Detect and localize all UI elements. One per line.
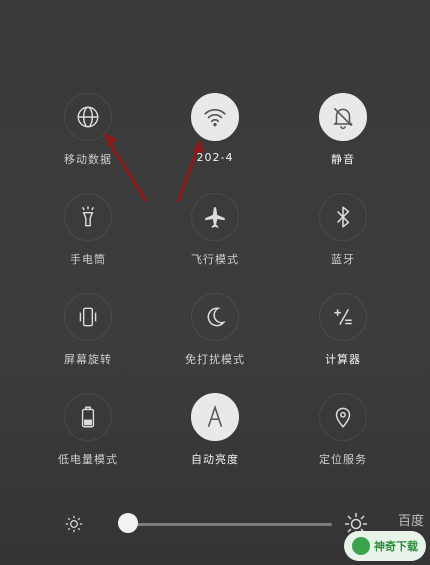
wifi-icon	[191, 93, 239, 141]
tile-calculator[interactable]: 计算器	[283, 293, 403, 393]
tile-label: 静音	[331, 153, 355, 166]
battery-icon	[64, 393, 112, 441]
annotation-arrow-left	[103, 133, 147, 202]
brightness-thumb[interactable]	[118, 513, 139, 533]
bell-muted-icon	[319, 93, 367, 141]
tile-label: 屏幕旋转	[64, 353, 112, 366]
tile-label: 手电筒	[70, 253, 106, 266]
tile-silent[interactable]: 静音	[283, 93, 403, 193]
tile-bluetooth[interactable]: 蓝牙	[283, 193, 403, 293]
moon-icon	[191, 293, 239, 341]
rotate-icon	[64, 293, 112, 341]
download-site-badge: 神奇下载	[344, 531, 426, 561]
tile-location[interactable]: 定位服务	[283, 393, 403, 493]
badge-text: 神奇下载	[374, 540, 418, 553]
tile-label: 蓝牙	[331, 253, 355, 266]
location-icon	[319, 393, 367, 441]
baidu-watermark-text: 百度	[397, 514, 424, 529]
sun-small-icon	[65, 515, 83, 533]
tile-label: 飞行模式	[191, 253, 239, 266]
bluetooth-icon	[319, 193, 367, 241]
tile-label: 免打扰模式	[185, 353, 245, 366]
tile-screen-rotation[interactable]: 屏幕旋转	[28, 293, 148, 393]
quick-settings-grid: 移动数据 202-4 静音 手电筒 飞行模式 蓝牙 屏幕旋转 免打扰模式 计算器…	[0, 0, 430, 500]
tile-label: 计算器	[325, 353, 361, 366]
tile-low-power-mode[interactable]: 低电量模式	[28, 393, 148, 493]
brightness-slider[interactable]	[122, 523, 332, 526]
tile-label: 自动亮度	[191, 453, 239, 466]
annotation-arrow-right	[176, 139, 204, 203]
tile-label: 低电量模式	[58, 453, 118, 466]
tile-do-not-disturb[interactable]: 免打扰模式	[155, 293, 275, 393]
tile-flashlight[interactable]: 手电筒	[28, 193, 148, 293]
tile-auto-brightness[interactable]: 自动亮度	[155, 393, 275, 493]
baidu-watermark: 百度	[398, 510, 424, 529]
badge-logo-icon	[352, 537, 370, 555]
tile-label: 定位服务	[319, 453, 367, 466]
auto-brightness-icon	[191, 393, 239, 441]
calculator-icon	[319, 293, 367, 341]
tile-airplane[interactable]: 飞行模式	[155, 193, 275, 293]
